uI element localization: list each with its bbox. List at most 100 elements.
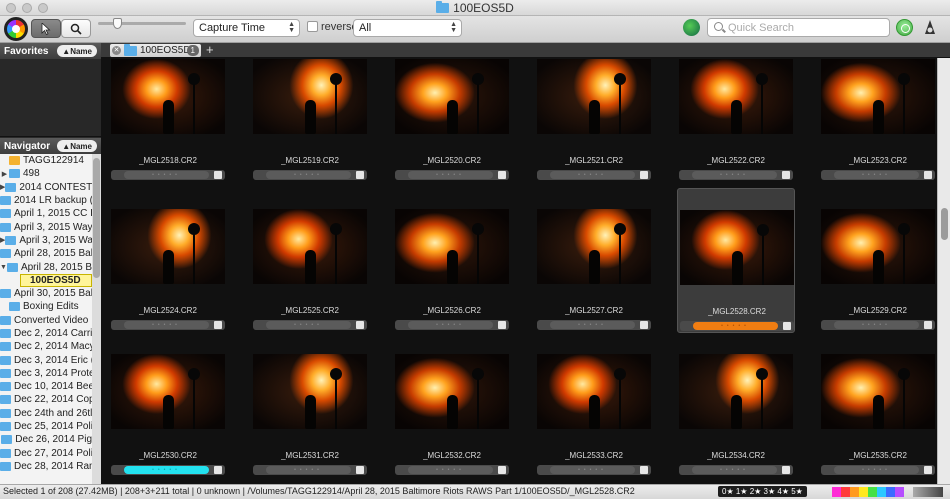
gradient-filter[interactable] bbox=[913, 487, 943, 497]
close-tab-icon[interactable]: ✕ bbox=[112, 46, 121, 55]
thumbnail-image[interactable] bbox=[821, 209, 935, 284]
gear-icon[interactable] bbox=[921, 18, 939, 36]
app-logo-icon[interactable] bbox=[4, 17, 28, 41]
rating-stars[interactable]: ••••• bbox=[550, 466, 635, 474]
rating-stars[interactable]: ••••• bbox=[834, 171, 919, 179]
thumbnail-image[interactable] bbox=[680, 210, 794, 285]
color-label-swatch[interactable] bbox=[895, 487, 904, 497]
grid-scrollbar-thumb[interactable] bbox=[941, 208, 948, 240]
folder-tree-scrollbar[interactable] bbox=[92, 154, 101, 484]
thumbnail-image[interactable] bbox=[537, 59, 651, 134]
folder-tree-item[interactable]: Converted Video I bbox=[0, 314, 92, 327]
select-checkbox[interactable] bbox=[782, 466, 790, 474]
select-checkbox[interactable] bbox=[356, 171, 364, 179]
rating-bar[interactable]: ••••• bbox=[395, 465, 509, 475]
rating-bar[interactable]: ••••• bbox=[111, 320, 225, 330]
folder-tree-item[interactable]: ▶ April 3, 2015 Way bbox=[0, 234, 92, 247]
thumbnail-image[interactable] bbox=[395, 59, 509, 134]
thumbnail-cell[interactable]: _MGL2520.CR2 ••••• bbox=[393, 59, 511, 204]
select-checkbox[interactable] bbox=[783, 322, 791, 330]
select-checkbox[interactable] bbox=[924, 171, 932, 179]
add-tab-button[interactable]: + bbox=[206, 42, 214, 57]
thumbnail-grid[interactable]: _MGL2518.CR2 ••••• _MGL2519.CR2 ••••• _MGL25… bbox=[101, 58, 937, 484]
rating-bar[interactable]: ••••• bbox=[111, 465, 225, 475]
thumbnail-image[interactable] bbox=[111, 59, 225, 134]
select-checkbox[interactable] bbox=[924, 466, 932, 474]
rating-bar[interactable]: ••••• bbox=[395, 320, 509, 330]
favorites-sort-button[interactable]: ▲Name bbox=[57, 45, 97, 57]
thumbnail-cell[interactable]: _MGL2535.CR2 ••••• bbox=[819, 333, 937, 478]
folder-tree-item[interactable]: Dec 26, 2014 Pig bbox=[0, 433, 92, 446]
rating-bar[interactable]: ••••• bbox=[680, 321, 794, 331]
select-checkbox[interactable] bbox=[356, 466, 364, 474]
folder-tree-item[interactable]: 2014 LR backup ( bbox=[0, 194, 92, 207]
rating-stars[interactable]: ••••• bbox=[550, 321, 635, 329]
thumbnail-cell[interactable]: _MGL2528.CR2 ••••• bbox=[677, 188, 795, 333]
thumbnail-image[interactable] bbox=[821, 59, 935, 134]
select-checkbox[interactable] bbox=[214, 171, 222, 179]
thumbnail-size-slider[interactable] bbox=[98, 22, 186, 25]
thumbnail-cell[interactable]: _MGL2526.CR2 ••••• bbox=[393, 188, 511, 333]
favorites-list[interactable] bbox=[0, 59, 101, 137]
reverse-checkbox[interactable] bbox=[307, 21, 318, 32]
filter-select[interactable]: All ▲ ▼ bbox=[353, 19, 462, 37]
thumbnail-image[interactable] bbox=[253, 354, 367, 429]
rating-bar[interactable]: ••••• bbox=[537, 320, 651, 330]
sort-select[interactable]: Capture Time ▲ ▼ bbox=[193, 19, 300, 37]
rating-bar[interactable]: ••••• bbox=[253, 320, 367, 330]
color-label-swatch[interactable] bbox=[859, 487, 868, 497]
rating-bar[interactable]: ••••• bbox=[253, 170, 367, 180]
quick-search-input[interactable]: Quick Search bbox=[707, 18, 890, 37]
rating-stars[interactable]: ••••• bbox=[834, 321, 919, 329]
rating-bar[interactable]: ••••• bbox=[679, 465, 793, 475]
folder-tree-item[interactable]: TAGG122914 bbox=[0, 154, 92, 167]
thumbnail-cell[interactable]: _MGL2531.CR2 ••••• bbox=[251, 333, 369, 478]
rating-stars[interactable]: ••••• bbox=[124, 321, 209, 329]
color-label-swatch[interactable] bbox=[850, 487, 859, 497]
folder-tree-item[interactable]: Dec 24th and 26tl bbox=[0, 407, 92, 420]
folder-tree-item[interactable]: Dec 2, 2014 Carri bbox=[0, 327, 92, 340]
select-checkbox[interactable] bbox=[356, 321, 364, 329]
thumbnail-image[interactable] bbox=[253, 59, 367, 134]
rating-stars[interactable]: ••••• bbox=[693, 322, 778, 330]
thumbnail-cell[interactable]: _MGL2527.CR2 ••••• bbox=[535, 188, 653, 333]
folder-tree-item[interactable]: Dec 22, 2014 Cop bbox=[0, 393, 92, 406]
rating-filter[interactable]: 0★ 1★ 2★ 3★ 4★ 5★ bbox=[718, 486, 807, 497]
thumbnail-cell[interactable]: _MGL2518.CR2 ••••• bbox=[109, 59, 227, 204]
rating-stars[interactable]: ••••• bbox=[692, 171, 777, 179]
select-checkbox[interactable] bbox=[214, 321, 222, 329]
folder-tree-item[interactable]: Boxing Edits bbox=[0, 300, 92, 313]
thumbnail-image[interactable] bbox=[111, 209, 225, 284]
color-label-swatch[interactable] bbox=[877, 487, 886, 497]
rating-stars[interactable]: ••••• bbox=[692, 466, 777, 474]
rating-bar[interactable]: ••••• bbox=[821, 320, 935, 330]
thumbnail-cell[interactable]: _MGL2524.CR2 ••••• bbox=[109, 188, 227, 333]
rating-stars[interactable]: ••••• bbox=[266, 321, 351, 329]
rating-bar[interactable]: ••••• bbox=[253, 465, 367, 475]
rating-stars[interactable]: ••••• bbox=[266, 171, 351, 179]
folder-tree-item[interactable]: 100EOS5D bbox=[20, 273, 92, 287]
thumbnail-cell[interactable]: _MGL2523.CR2 ••••• bbox=[819, 59, 937, 204]
rating-bar[interactable]: ••••• bbox=[821, 170, 935, 180]
thumbnail-cell[interactable]: _MGL2533.CR2 ••••• bbox=[535, 333, 653, 478]
grid-scrollbar[interactable] bbox=[937, 58, 950, 484]
select-checkbox[interactable] bbox=[782, 171, 790, 179]
go-button[interactable] bbox=[896, 19, 913, 36]
folder-tree-item[interactable]: Dec 2, 2014 Macy bbox=[0, 340, 92, 353]
folder-tree-item[interactable]: April 1, 2015 CC I bbox=[0, 207, 92, 220]
thumbnail-image[interactable] bbox=[395, 354, 509, 429]
folder-tree-item[interactable]: April 28, 2015 Bal bbox=[0, 247, 92, 260]
navigator-sort-button[interactable]: ▲Name bbox=[57, 140, 97, 152]
select-checkbox[interactable] bbox=[640, 466, 648, 474]
minimize-window-button[interactable] bbox=[22, 3, 32, 13]
rating-stars[interactable]: ••••• bbox=[408, 321, 493, 329]
globe-icon[interactable] bbox=[683, 19, 700, 36]
thumbnail-image[interactable] bbox=[111, 354, 225, 429]
folder-tree-item[interactable]: Dec 3, 2014 Prote bbox=[0, 367, 92, 380]
select-checkbox[interactable] bbox=[214, 466, 222, 474]
disclosure-closed-icon[interactable]: ▶ bbox=[0, 170, 9, 178]
color-label-swatch[interactable] bbox=[832, 487, 841, 497]
zoom-tool-button[interactable] bbox=[61, 19, 91, 38]
thumbnail-image[interactable] bbox=[395, 209, 509, 284]
thumbnail-cell[interactable]: _MGL2529.CR2 ••••• bbox=[819, 188, 937, 333]
